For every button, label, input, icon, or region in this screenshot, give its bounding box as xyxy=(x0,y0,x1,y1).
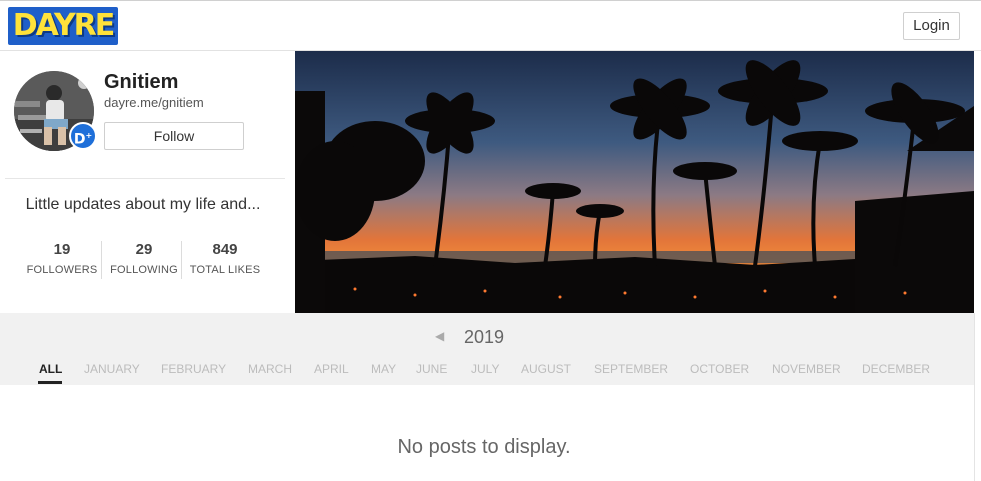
month-tab-june[interactable]: JUNE xyxy=(416,362,447,376)
stat-label: FOLLOWING xyxy=(110,264,178,276)
badge-letter: D xyxy=(73,131,86,148)
profile-handle[interactable]: dayre.me/gnitiem xyxy=(104,95,204,110)
month-tab-march[interactable]: MARCH xyxy=(248,362,292,376)
month-tab-november[interactable]: NOVEMBER xyxy=(772,362,841,376)
stat-value: 29 xyxy=(135,241,153,258)
login-button[interactable]: Login xyxy=(903,12,960,40)
month-tab-december[interactable]: DECEMBER xyxy=(862,362,930,376)
stat-separator xyxy=(101,241,102,279)
month-tab-august[interactable]: AUGUST xyxy=(521,362,571,376)
stat-total-likes: 849 TOTAL LIKES xyxy=(186,241,264,276)
profile-name: Gnitiem xyxy=(104,71,179,93)
dayre-badge-icon: D+ xyxy=(69,122,97,150)
dayre-logo[interactable]: DAYRE xyxy=(8,7,118,45)
month-tab-may[interactable]: MAY xyxy=(371,362,396,376)
month-tab-october[interactable]: OCTOBER xyxy=(690,362,749,376)
divider xyxy=(5,178,285,179)
chevron-left-icon[interactable]: ◀ xyxy=(435,329,444,343)
stat-following[interactable]: 29 FOLLOWING xyxy=(106,241,182,276)
stat-followers[interactable]: 19 FOLLOWERS xyxy=(24,241,100,276)
stat-label: FOLLOWERS xyxy=(26,264,98,276)
cover-photo xyxy=(295,51,974,313)
sunset-palms-image xyxy=(295,51,974,313)
month-tab-january[interactable]: JANUARY xyxy=(84,362,140,376)
scrollbar-gutter xyxy=(974,313,981,481)
month-tab-all[interactable]: ALL xyxy=(39,362,62,376)
month-tab-july[interactable]: JULY xyxy=(471,362,499,376)
stat-value: 19 xyxy=(53,241,71,258)
profile-bio: Little updates about my life and... xyxy=(25,196,261,213)
profile-panel: D+ Gnitiem dayre.me/gnitiem Follow Littl… xyxy=(0,51,295,313)
stat-label: TOTAL LIKES xyxy=(189,264,261,276)
stat-separator xyxy=(181,241,182,279)
month-tab-april[interactable]: APRIL xyxy=(314,362,349,376)
stat-value: 849 xyxy=(212,241,238,258)
month-tab-september[interactable]: SEPTEMBER xyxy=(594,362,668,376)
empty-posts-message: No posts to display. xyxy=(397,436,571,458)
year-label: 2019 xyxy=(464,327,505,347)
follow-button[interactable]: Follow xyxy=(104,122,244,150)
top-bar: DAYRE Login xyxy=(0,0,981,51)
logo-text: DAYRE xyxy=(12,8,116,43)
posts-area: No posts to display. xyxy=(0,385,974,481)
active-tab-indicator xyxy=(38,381,62,384)
month-tab-february[interactable]: FEBRUARY xyxy=(161,362,226,376)
timeline-bar: ◀ 2019 ALL JANUARY FEBRUARY MARCH APRIL … xyxy=(0,313,974,385)
